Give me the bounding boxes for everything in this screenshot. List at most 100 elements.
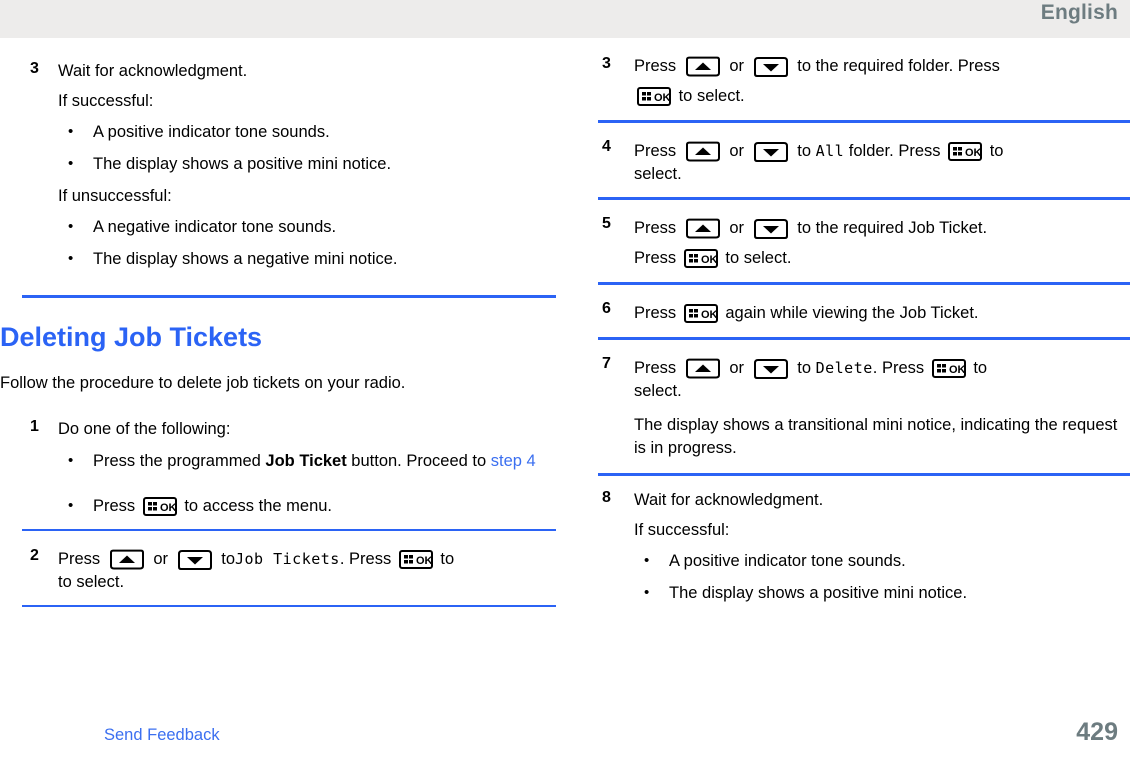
ok-key-icon[interactable]: OK bbox=[683, 249, 718, 269]
to-select-text: to select. bbox=[725, 249, 792, 267]
up-arrow-key-icon[interactable] bbox=[684, 141, 722, 163]
step-body: Press OK again while viewing the Job Tic… bbox=[634, 302, 1130, 325]
to-text: to bbox=[221, 550, 235, 568]
section-divider bbox=[22, 295, 556, 298]
step-text: again while viewing the Job Ticket. bbox=[725, 304, 979, 322]
successful-label: If successful: bbox=[58, 92, 154, 110]
step-divider bbox=[22, 529, 556, 531]
press-text: Press bbox=[634, 219, 677, 237]
job-ticket-button-label: Job Ticket bbox=[265, 452, 347, 470]
menu-item-all: All bbox=[815, 142, 845, 160]
step-title: Do one of the following: bbox=[58, 420, 231, 438]
ok-key-icon[interactable]: OK bbox=[398, 550, 433, 570]
press-text: Press bbox=[634, 57, 677, 75]
to-text: to bbox=[797, 142, 811, 160]
page-header-band: English bbox=[0, 0, 1130, 38]
press-text: . Press bbox=[339, 550, 392, 568]
unsuccessful-bullet-list: A negative indicator tone sounds. The di… bbox=[58, 215, 557, 271]
list-item: Press the programmed Job Ticket button. … bbox=[58, 449, 557, 473]
send-feedback-link[interactable]: Send Feedback bbox=[104, 726, 220, 745]
successful-bullet-list: A positive indicator tone sounds. The di… bbox=[58, 120, 557, 176]
header-language-label: English bbox=[1040, 1, 1118, 24]
svg-text:OK: OK bbox=[701, 254, 718, 266]
step-number: 4 bbox=[602, 138, 611, 155]
ok-key-icon[interactable]: OK bbox=[142, 497, 177, 517]
step-body: Press or to the required Job Ticket. Pre… bbox=[634, 217, 1130, 270]
step-7-right: 7 Press or to Delete. Press OK to select… bbox=[598, 355, 1130, 460]
list-item: A positive indicator tone sounds. bbox=[634, 549, 1130, 573]
step-text: Press bbox=[58, 550, 101, 568]
select-text: select. bbox=[634, 382, 682, 400]
step-3-left: 3 Wait for acknowledgment. If successful… bbox=[22, 60, 557, 271]
up-arrow-key-icon[interactable] bbox=[108, 549, 146, 571]
svg-text:OK: OK bbox=[965, 147, 982, 159]
step-number: 3 bbox=[602, 55, 611, 72]
or-text: or bbox=[153, 550, 169, 568]
step-divider bbox=[598, 120, 1130, 123]
press-text: Press bbox=[634, 142, 677, 160]
step-title: Wait for acknowledgment. bbox=[58, 62, 248, 80]
step-number: 7 bbox=[602, 355, 611, 372]
down-arrow-key-icon[interactable] bbox=[176, 549, 214, 571]
step-4-crossreference-link[interactable]: step 4 bbox=[491, 452, 536, 470]
down-arrow-key-icon[interactable] bbox=[752, 141, 790, 163]
unsuccessful-label: If unsuccessful: bbox=[58, 187, 172, 205]
svg-text:OK: OK bbox=[654, 92, 671, 104]
step-body: Press or to the required folder. Press O… bbox=[634, 55, 1130, 108]
step-5-right: 5 Press or to the required Job Ticket. P… bbox=[598, 215, 1130, 270]
bullet-text-post: button. Proceed to bbox=[346, 452, 491, 470]
up-arrow-key-icon[interactable] bbox=[684, 56, 722, 78]
successful-bullet-list: A positive indicator tone sounds. The di… bbox=[634, 549, 1130, 605]
to-text-2: to bbox=[440, 550, 455, 568]
down-arrow-key-icon[interactable] bbox=[752, 358, 790, 380]
down-arrow-key-icon[interactable] bbox=[752, 56, 790, 78]
menu-item-job-tickets: Job Tickets bbox=[235, 550, 340, 568]
list-item: The display shows a positive mini notice… bbox=[634, 581, 1130, 605]
up-arrow-key-icon[interactable] bbox=[684, 218, 722, 240]
step-number: 8 bbox=[602, 489, 611, 506]
step-text: to the required Job Ticket. bbox=[797, 219, 988, 237]
step-body: Wait for acknowledgment. If successful: … bbox=[58, 60, 557, 271]
select-text: select. bbox=[634, 165, 682, 183]
bullet-text-pre: Press bbox=[93, 497, 140, 515]
page-content: 3 Wait for acknowledgment. If successful… bbox=[0, 38, 1130, 718]
menu-item-delete: Delete bbox=[815, 359, 873, 377]
page-title: Deleting Job Tickets bbox=[0, 322, 263, 352]
successful-label: If successful: bbox=[634, 521, 730, 539]
step-body: Press or to All folder. Press OK to sele… bbox=[634, 140, 1130, 186]
list-item: A negative indicator tone sounds. bbox=[58, 215, 557, 239]
down-arrow-key-icon[interactable] bbox=[752, 218, 790, 240]
step-1-left: 1 Do one of the following: Press the pro… bbox=[22, 418, 557, 518]
step-note: The display shows a transitional mini no… bbox=[634, 416, 1118, 457]
ok-key-icon[interactable]: OK bbox=[683, 304, 718, 324]
step-1-bullet-list: Press the programmed Job Ticket button. … bbox=[58, 449, 557, 518]
step-body: Do one of the following: Press the progr… bbox=[58, 418, 557, 518]
step-body: Press or toJob Tickets. Press OK to to s… bbox=[58, 548, 557, 594]
or-text: or bbox=[729, 142, 745, 160]
to-select-text: to select. bbox=[678, 87, 745, 105]
ok-key-icon[interactable]: OK bbox=[931, 359, 966, 379]
page-footer: Send Feedback 429 bbox=[0, 718, 1130, 762]
press-text-2: Press bbox=[634, 249, 677, 267]
ok-key-icon[interactable]: OK bbox=[637, 87, 671, 107]
right-column: 3 Press or to the required folder. Press… bbox=[598, 38, 1130, 614]
step-divider bbox=[598, 197, 1130, 200]
svg-text:OK: OK bbox=[160, 502, 177, 514]
step-8-right: 8 Wait for acknowledgment. If successful… bbox=[598, 489, 1130, 605]
bullet-text-post: to access the menu. bbox=[179, 497, 333, 515]
svg-text:OK: OK bbox=[949, 364, 966, 376]
step-divider bbox=[598, 282, 1130, 285]
or-text: or bbox=[729, 57, 745, 75]
step-3-right: 3 Press or to the required folder. Press… bbox=[598, 55, 1130, 108]
svg-text:OK: OK bbox=[416, 555, 433, 567]
step-text: folder. Press bbox=[848, 142, 941, 160]
list-item: Press OK to access the menu. bbox=[58, 494, 557, 518]
step-title: Wait for acknowledgment. bbox=[634, 491, 824, 509]
up-arrow-key-icon[interactable] bbox=[684, 358, 722, 380]
ok-key-icon[interactable]: OK bbox=[948, 142, 983, 162]
svg-text:OK: OK bbox=[701, 309, 718, 321]
step-divider bbox=[598, 337, 1130, 340]
step-4-right: 4 Press or to All folder. Press OK to se… bbox=[598, 138, 1130, 186]
page-number: 429 bbox=[1076, 718, 1118, 746]
step-divider bbox=[598, 473, 1130, 476]
